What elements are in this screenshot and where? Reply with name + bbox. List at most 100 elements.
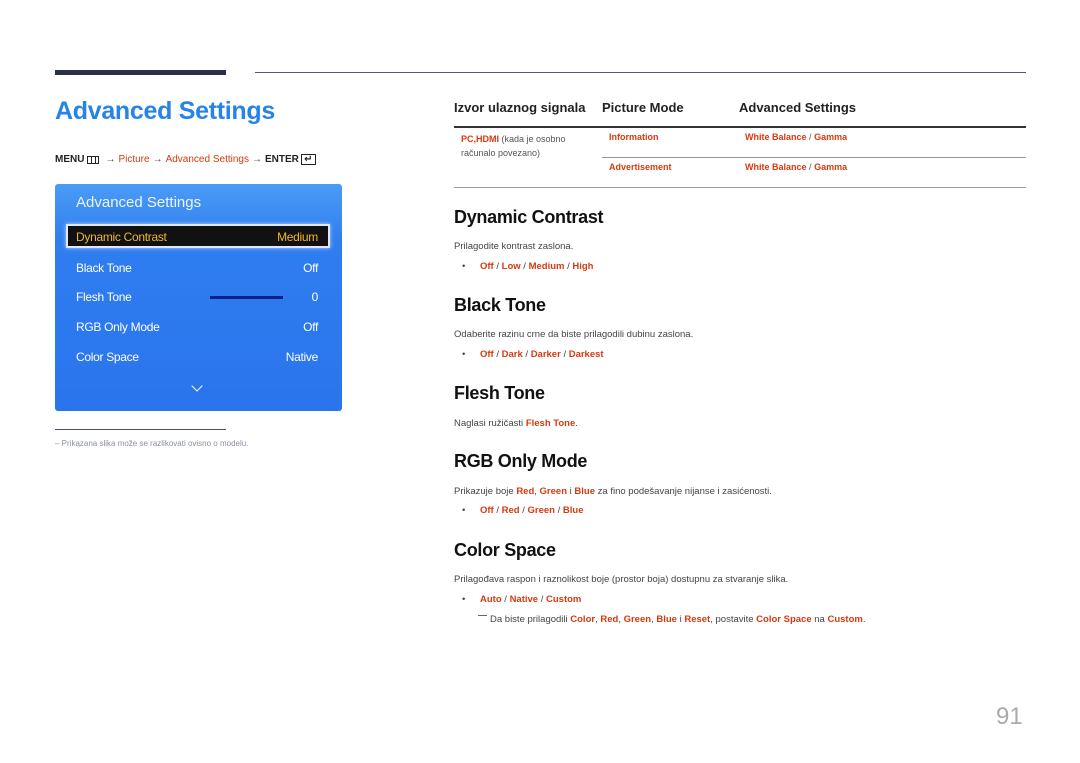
osd-item-rgb-only-mode[interactable]: RGB Only Mode Off (76, 318, 318, 336)
note-text: , postavite (710, 614, 754, 625)
color-space-note: Da biste prilagodili Color, Red, Green, … (478, 614, 865, 625)
section-title-dynamic-contrast: Dynamic Contrast (454, 207, 604, 227)
table-bottom-rule (454, 187, 1026, 188)
section-title-rgb-only-mode: RGB Only Mode (454, 451, 588, 471)
desc-highlight: Green (539, 486, 568, 497)
bullet-icon: • (462, 594, 466, 605)
options-color-space: • Auto / Native / Custom (462, 594, 581, 605)
section-desc-flesh-tone: Naglasi ružičasti Flesh Tone. (454, 418, 578, 429)
option: Off (480, 349, 494, 360)
page-number: 91 (996, 703, 1023, 730)
osd-item-value: 0 (311, 290, 319, 304)
bullet-icon: • (462, 261, 466, 272)
desc-text: i (569, 486, 572, 497)
setting-white-balance: White Balance (745, 162, 807, 172)
separator: / (563, 349, 567, 360)
table-cell-mode: Advertisement (609, 162, 672, 172)
separator: / (522, 505, 525, 516)
note-highlight: Blue (656, 614, 677, 625)
bullet-icon: • (462, 349, 466, 360)
table-row-rule (602, 157, 1026, 158)
footnote-rule (55, 429, 226, 430)
osd-item-value: Native (285, 350, 319, 364)
osd-item-label: Dynamic Contrast (76, 230, 167, 244)
menu-path-advanced-settings: Advanced Settings (165, 154, 249, 165)
table-header-advanced-settings: Advanced Settings (739, 100, 857, 115)
separator: / (504, 594, 507, 605)
osd-menu-panel: Advanced Settings Dynamic Contrast Mediu… (55, 184, 342, 411)
flesh-tone-slider[interactable] (210, 296, 283, 299)
separator: / (809, 162, 812, 172)
desc-highlight: Red (516, 486, 535, 497)
option: High (572, 261, 594, 272)
option: Auto (480, 594, 502, 605)
section-title-flesh-tone: Flesh Tone (454, 383, 545, 403)
desc-highlight: Flesh Tone (525, 418, 576, 429)
table-cell-source: PC,HDMI (kada je osobno računalo povezan… (461, 132, 566, 160)
note-highlight: Reset (684, 614, 711, 625)
source-note: (kada je osobno (501, 134, 566, 144)
source-pc-hdmi: PC,HDMI (461, 134, 499, 144)
note-highlight: Red (600, 614, 619, 625)
desc-text: za fino podešavanje nijanse i zasićenost… (597, 486, 772, 497)
osd-item-label: Color Space (76, 350, 139, 364)
options-rgb-only-mode: • Off / Red / Green / Blue (462, 505, 584, 516)
section-desc-color-space: Prilagođava raspon i raznolikost boje (p… (454, 574, 789, 585)
option: Dark (501, 349, 523, 360)
header-bar-accent (55, 70, 226, 75)
option: Off (480, 505, 494, 516)
desc-text: , (534, 486, 537, 497)
table-header-rule (454, 126, 1026, 128)
separator: / (809, 132, 812, 142)
section-title-black-tone: Black Tone (454, 295, 546, 315)
option: Native (509, 594, 539, 605)
note-text: i (679, 614, 682, 625)
menu-label: MENU (55, 154, 85, 165)
note-highlight: Color Space (756, 614, 812, 625)
osd-item-label: Flesh Tone (76, 290, 132, 304)
note-highlight: Custom (827, 614, 863, 625)
separator: / (525, 349, 529, 360)
footnote: ‒ Prikazana slika može se razlikovati ov… (55, 439, 248, 448)
osd-item-label: RGB Only Mode (76, 320, 160, 334)
enter-icon: ↵ (300, 154, 316, 165)
separator: / (496, 505, 499, 516)
separator: / (496, 261, 499, 272)
option: Low (501, 261, 521, 272)
arrow-icon: → (251, 154, 262, 165)
osd-item-dynamic-contrast[interactable]: Dynamic Contrast Medium (76, 228, 318, 246)
option: Green (527, 505, 555, 516)
table-cell-settings: White Balance / Gamma (745, 132, 847, 142)
separator: / (567, 261, 570, 272)
note-text: Da biste prilagodili (490, 614, 568, 625)
page-title: Advanced Settings (55, 97, 275, 125)
option: Darkest (568, 349, 604, 360)
options-dynamic-contrast: • Off / Low / Medium / High (462, 261, 593, 272)
option: Darker (530, 349, 561, 360)
option: Blue (562, 505, 584, 516)
table-header-picture-mode: Picture Mode (602, 100, 684, 115)
bullet-icon: • (462, 505, 466, 516)
note-text: na (814, 614, 825, 625)
note-dash-icon (478, 614, 487, 616)
desc-highlight: Blue (574, 486, 596, 497)
menu-path-picture: Picture (118, 154, 150, 165)
desc-text: Naglasi ružičasti (454, 418, 524, 429)
section-desc-black-tone: Odaberite razinu crne da biste prilagodi… (454, 329, 694, 340)
section-desc-rgb-only-mode: Prikazuje boje Red, Green i Blue za fino… (454, 486, 772, 497)
osd-item-value: Medium (277, 230, 318, 244)
arrow-icon: → (152, 154, 163, 165)
desc-text: . (575, 418, 578, 429)
desc-text: Prikazuje boje (454, 486, 514, 497)
chevron-down-icon[interactable] (191, 380, 203, 392)
footnote-text: Prikazana slika može se razlikovati ovis… (61, 439, 249, 448)
note-text: . (862, 614, 866, 625)
option: Medium (528, 261, 565, 272)
separator: / (523, 261, 526, 272)
option: Custom (546, 594, 582, 605)
osd-item-color-space[interactable]: Color Space Native (76, 348, 318, 366)
osd-item-black-tone[interactable]: Black Tone Off (76, 259, 318, 277)
table-cell-mode: Information (609, 132, 659, 142)
separator: / (557, 505, 561, 516)
setting-white-balance: White Balance (745, 132, 807, 142)
